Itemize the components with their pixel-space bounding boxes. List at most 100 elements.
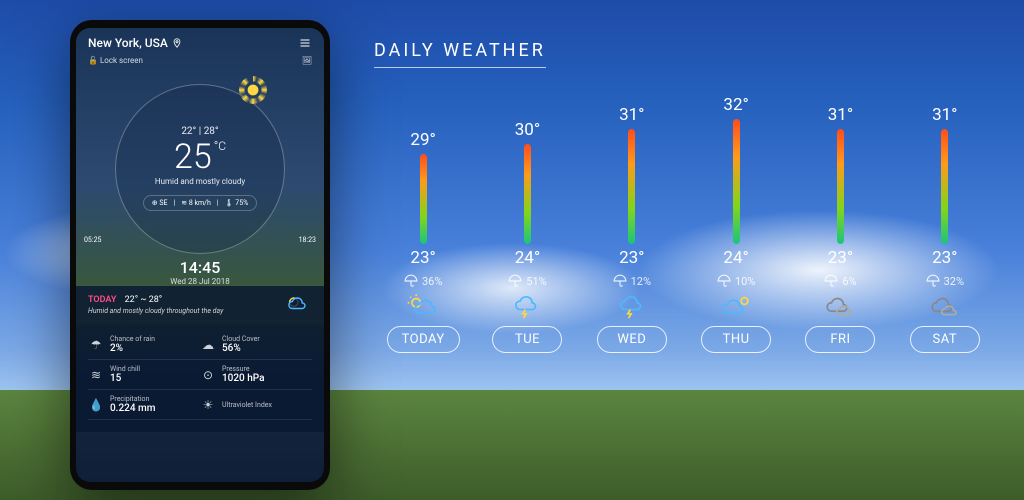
temp-bar-wrap: 31° 23° (583, 88, 681, 268)
precip-value: 32% (944, 275, 964, 288)
precip-value: 6% (842, 275, 856, 288)
stat-value: 2% (110, 343, 155, 354)
temp-bar (420, 154, 427, 244)
wind-direction: ⊕ SE (152, 199, 168, 207)
temp-bar (524, 144, 531, 244)
stat-icon: ⊙ (200, 367, 216, 383)
precip-row: 36% (404, 274, 442, 288)
details-pill: ⊕ SE | ≋ 8 km/h | 🌡 75% (143, 195, 258, 211)
stat-cell: ☀Ultraviolet Index (200, 390, 312, 420)
sunset-time: 18:23 (299, 236, 316, 244)
stat-cell: ☁ Cloud Cover56% (200, 330, 312, 360)
current-temp: 25°C (174, 140, 226, 174)
stat-label: Chance of rain (110, 335, 155, 343)
forecast-day[interactable]: 31° 23° 32% SAT (896, 88, 994, 353)
condition-icon (510, 294, 544, 320)
humidity: 🌡 75% (225, 199, 249, 207)
stat-label: Wind chill (110, 365, 140, 373)
temp-bar (941, 129, 948, 244)
day-pill[interactable]: TUE (492, 326, 562, 353)
condition-icon (719, 294, 753, 320)
forecast-day[interactable]: 32° 24° 10% THU (687, 88, 785, 353)
stat-label: Cloud Cover (222, 335, 260, 343)
umbrella-icon (824, 274, 838, 288)
today-label: TODAY (88, 295, 116, 305)
temp-low: 23° (619, 248, 644, 268)
sun-cloud-icon (284, 294, 312, 316)
day-pill[interactable]: SAT (910, 326, 980, 353)
precip-value: 36% (422, 275, 442, 288)
umbrella-icon (508, 274, 522, 288)
location-display[interactable]: New York, USA (88, 36, 182, 50)
sun-icon (244, 81, 262, 99)
today-range: 22° ~ 28° (125, 295, 163, 305)
condition-icon (406, 294, 440, 320)
day-pill[interactable]: WED (597, 326, 667, 353)
condition-icon (928, 294, 962, 320)
stat-value: 1020 hPa (222, 373, 265, 384)
umbrella-icon (613, 274, 627, 288)
temp-bar-wrap: 31° 23° (791, 88, 889, 268)
condition-text: Humid and mostly cloudy (155, 177, 245, 186)
wind-speed: ≋ 8 km/h (181, 199, 211, 207)
day-pill[interactable]: THU (701, 326, 771, 353)
temp-high: 31° (619, 105, 644, 125)
precip-row: 6% (824, 274, 856, 288)
temp-bar-wrap: 32° 24° (687, 88, 785, 268)
temp-range: 22° | 28° (181, 126, 218, 137)
phone-screen: New York, USA 🔓 Lock screen 🖼 22° | 28° … (76, 28, 324, 482)
menu-icon[interactable] (298, 37, 312, 49)
precip-value: 51% (526, 275, 546, 288)
wallpaper-icon[interactable]: 🖼 (302, 56, 312, 65)
umbrella-icon (404, 274, 418, 288)
weather-dial: 22° | 28° 25°C Humid and mostly cloudy ⊕… (115, 84, 285, 254)
stat-icon: ☂ (88, 337, 104, 353)
condition-icon (823, 294, 857, 320)
temp-high: 32° (723, 95, 748, 115)
stat-cell: 💧 Precipitation0.224 mm (88, 390, 200, 420)
umbrella-icon (926, 274, 940, 288)
temp-high: 31° (932, 105, 957, 125)
day-pill[interactable]: TODAY (387, 326, 460, 353)
temp-bar (837, 129, 844, 244)
daily-weather-panel: DAILY WEATHER 29° 23° 36% TODAY 30° 24° … (374, 40, 994, 353)
precip-value: 10% (735, 275, 755, 288)
forecast-day[interactable]: 29° 23° 36% TODAY (374, 88, 472, 353)
stat-icon: ☀ (200, 397, 216, 413)
temp-low: 23° (410, 248, 435, 268)
precip-value: 12% (631, 275, 651, 288)
umbrella-icon (717, 274, 731, 288)
stat-icon: ☁ (200, 337, 216, 353)
stat-value: 15 (110, 373, 140, 384)
stat-label: Precipitation (110, 395, 155, 403)
stat-cell: ☂ Chance of rain2% (88, 330, 200, 360)
forecast-day[interactable]: 31° 23° 6% FRI (791, 88, 889, 353)
forecast-day[interactable]: 31° 23° 12% WED (583, 88, 681, 353)
stat-label: Pressure (222, 365, 265, 373)
precip-row: 51% (508, 274, 546, 288)
stat-cell: ≋ Wind chill15 (88, 360, 200, 390)
temp-high: 31° (828, 105, 853, 125)
temp-bar-wrap: 30° 24° (478, 88, 576, 268)
temp-low: 24° (723, 248, 748, 268)
stat-cell: ⊙ Pressure1020 hPa (200, 360, 312, 390)
stat-value: 56% (222, 343, 260, 354)
temp-bar (733, 119, 740, 244)
stat-icon: ≋ (88, 367, 104, 383)
stat-value: 0.224 mm (110, 403, 155, 414)
temp-low: 24° (515, 248, 540, 268)
forecast-day[interactable]: 30° 24° 51% TUE (478, 88, 576, 353)
location-text: New York, USA (88, 36, 168, 50)
precip-row: 32% (926, 274, 964, 288)
daily-title: DAILY WEATHER (374, 40, 546, 68)
temp-high: 30° (515, 120, 540, 140)
day-pill[interactable]: FRI (805, 326, 875, 353)
precip-row: 10% (717, 274, 755, 288)
lock-screen-toggle[interactable]: 🔓 Lock screen (88, 56, 143, 65)
today-description: Humid and mostly cloudy throughout the d… (88, 307, 223, 315)
location-pin-icon (172, 38, 182, 48)
temp-low: 23° (828, 248, 853, 268)
stat-icon: 💧 (88, 397, 104, 413)
temp-low: 23° (932, 248, 957, 268)
condition-icon (615, 294, 649, 320)
